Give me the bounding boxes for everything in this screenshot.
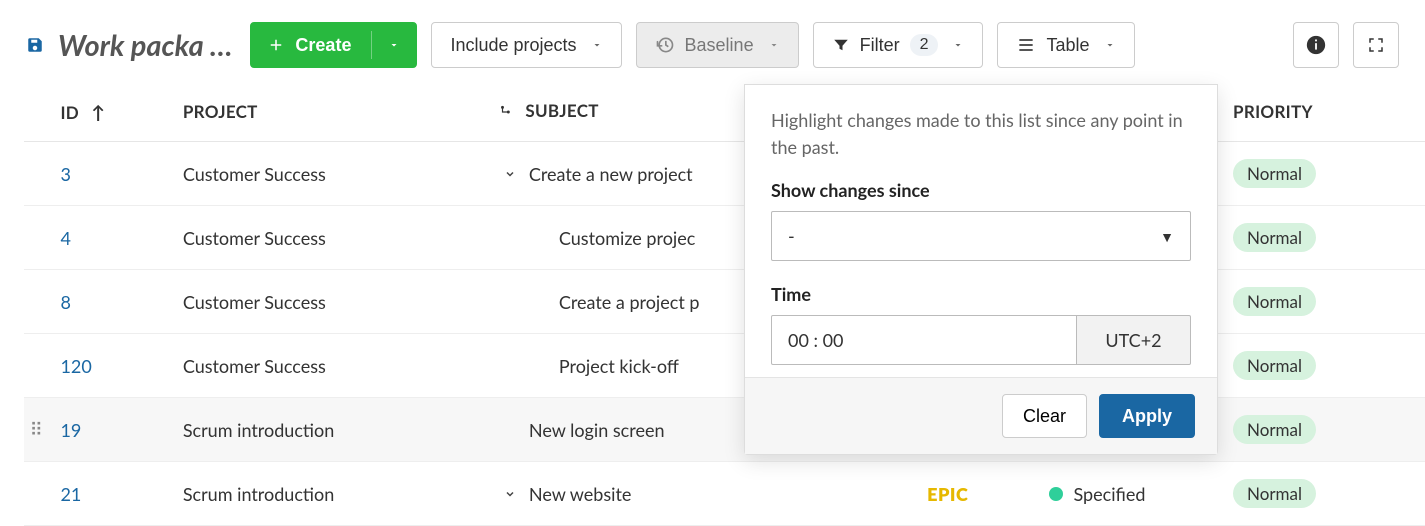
priority-badge: Normal [1233,223,1316,252]
table-icon [1016,35,1036,55]
project-cell: Customer Success [171,206,487,270]
work-package-id-link[interactable]: 19 [60,419,81,441]
column-header-priority[interactable]: PRIORITY [1221,84,1425,142]
sort-asc-icon: ↑ [91,101,105,123]
expand-icon[interactable] [499,488,521,500]
time-label: Time [771,283,1191,305]
expand-icon[interactable] [499,168,521,180]
project-cell: Customer Success [171,270,487,334]
subject-text: New login screen [529,419,665,441]
chevron-down-icon [768,39,780,51]
baseline-popover: Highlight changes made to this list sinc… [744,84,1218,455]
work-package-id-link[interactable]: 8 [60,291,70,313]
priority-badge: Normal [1233,287,1316,316]
plus-icon [267,36,285,54]
chevron-down-icon [388,39,400,51]
save-icon[interactable] [26,36,44,54]
chevron-down-icon [591,39,603,51]
chevron-down-icon: ▼ [1160,228,1174,245]
time-input[interactable]: 00 : 00 [771,315,1077,365]
priority-badge: Normal [1233,479,1316,508]
filter-count-badge: 2 [910,34,939,56]
baseline-button[interactable]: Baseline [636,22,799,68]
work-package-id-link[interactable]: 3 [60,163,70,185]
timezone-box: UTC+2 [1077,315,1191,365]
hierarchy-icon [499,102,513,123]
project-cell: Customer Success [171,334,487,398]
fullscreen-button[interactable] [1353,22,1399,68]
status-dot-icon [1049,487,1063,501]
history-icon [655,35,675,55]
subject-text: Create a project p [559,291,700,313]
baseline-description: Highlight changes made to this list sinc… [771,107,1191,161]
fullscreen-icon [1367,36,1385,54]
status-cell: Specified [1049,483,1145,505]
include-projects-button[interactable]: Include projects [431,22,621,68]
priority-badge: Normal [1233,415,1316,444]
project-cell: Scrum introduction [171,462,487,526]
table-row[interactable]: 21 Scrum introduction New website EPIC Speci… [24,462,1425,526]
apply-button[interactable]: Apply [1099,394,1195,438]
show-changes-label: Show changes since [771,179,1191,201]
filter-icon [832,36,850,54]
priority-badge: Normal [1233,159,1316,188]
chevron-down-icon [952,39,964,51]
work-package-id-link[interactable]: 21 [60,483,81,505]
work-package-id-link[interactable]: 4 [60,227,70,249]
column-header-id[interactable]: ID ↑ [48,84,170,142]
work-package-id-link[interactable]: 120 [60,355,91,377]
view-mode-button[interactable]: Table [997,22,1134,68]
subject-text: Create a new project [529,163,693,185]
column-header-project[interactable]: PROJECT [171,84,487,142]
info-button[interactable] [1293,22,1339,68]
filter-button[interactable]: Filter 2 [813,22,984,68]
info-icon [1305,34,1327,56]
show-changes-select[interactable]: - ▼ [771,211,1191,261]
project-cell: Scrum introduction [171,398,487,462]
create-label: Create [295,35,351,56]
subject-text: Customize projec [559,227,695,249]
subject-text: Project kick-off [559,355,679,377]
type-badge: EPIC [927,483,968,505]
project-cell: Customer Success [171,142,487,206]
page-title: Work packa … [58,28,232,63]
subject-text: New website [529,483,632,505]
priority-badge: Normal [1233,351,1316,380]
drag-handle-icon[interactable]: ⠿ [30,418,43,440]
create-button[interactable]: Create [250,22,417,68]
clear-button[interactable]: Clear [1002,394,1087,438]
chevron-down-icon [1104,39,1116,51]
